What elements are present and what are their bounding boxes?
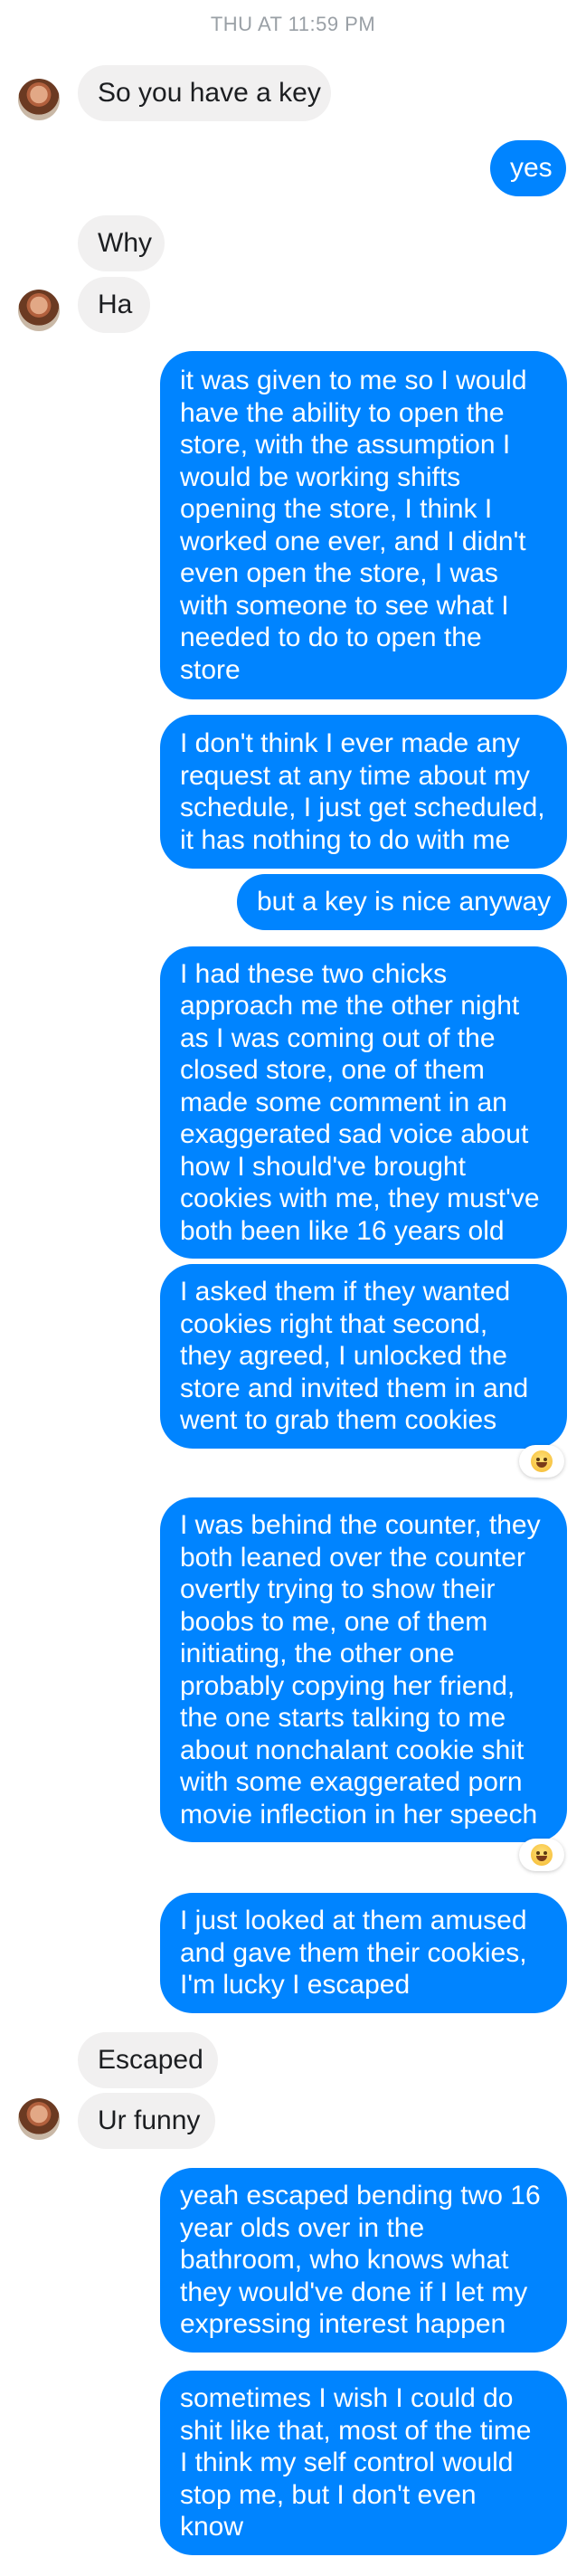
avatar-contact[interactable] [18,2098,60,2140]
message-line: it has nothing to do with me [180,824,511,855]
message-line: have the ability to open the [180,397,505,428]
message-line: opening the store, I think I [180,494,493,524]
message-line: even open the store, I was [180,558,498,588]
message-bubble-incoming[interactable]: Escaped [78,2032,218,2088]
message-line: Escaped [98,2045,203,2076]
message-line: approach me the other night [180,991,520,1022]
message-line: and gave them their cookies, [180,1937,527,1968]
laughing-emoji-icon [531,1450,553,1472]
message-line: expressing interest happen [180,2309,506,2340]
message-line: I don't think I ever made any [180,728,520,758]
message-line: initiating, the other one [180,1639,455,1668]
message-line: cookies right that second, [180,1308,488,1339]
timestamp: THU AT 11:59 PM [210,13,376,35]
message-line: bathroom, who knows what [180,2245,509,2276]
message-line: shit like that, most of the time [180,2415,532,2446]
message-bubble-outgoing[interactable]: sometimes I wish I could do shit like tha… [160,2371,567,2555]
message-line: as I was coming out of the [180,1022,496,1053]
message-line: made some comment in an [180,1087,507,1117]
message-line: movie inflection in her speech [180,1799,538,1830]
message-line: needed to do to open the [180,623,482,652]
message-line: I asked them if they wanted [180,1277,511,1307]
message-line: it was given to me so I would [180,366,527,395]
message-line: I'm lucky I escaped [180,1970,411,2001]
message-line: closed store, one of them [180,1055,485,1086]
avatar-contact[interactable] [18,79,60,120]
message-bubble-outgoing[interactable]: but a key is nice anyway [237,874,567,930]
message-line: know [180,2512,244,2543]
reaction-badge[interactable] [519,1445,564,1478]
message-line: but a key is nice anyway [257,887,552,917]
message-line: I was behind the counter, they [180,1510,541,1540]
message-bubble-outgoing[interactable]: it was given to me so I would have the ab… [160,351,567,699]
message-bubble-incoming[interactable]: Ha [78,277,150,333]
message-line: So you have a key [98,78,321,109]
message-line: with someone to see what I [180,590,509,621]
message-line: yeah escaped bending two 16 [180,2181,541,2211]
message-bubble-outgoing[interactable]: I just looked at them amused and gave the… [160,1893,567,2013]
message-bubble-outgoing[interactable]: yes [490,140,566,196]
message-line: both leaned over the counter [180,1542,525,1573]
message-line: worked one ever, and I didn't [180,526,526,556]
message-line: Why [98,228,152,259]
message-line: would be working shifts [180,461,461,492]
message-line: about nonchalant cookie shit [180,1735,525,1765]
reaction-badge[interactable] [519,1839,564,1871]
message-line: overtly trying to show their [180,1574,496,1604]
message-line: they would've done if I let my [180,2277,528,2307]
message-line: with some exaggerated porn [180,1767,523,1797]
message-line: stop me, but I don't even [180,2479,477,2510]
message-line: they agreed, I unlocked the [180,1341,507,1372]
message-line: request at any time about my [180,760,530,791]
message-line: store, with the assumption I [180,430,511,460]
message-bubble-outgoing[interactable]: I was behind the counter, they both leane… [160,1497,567,1842]
laughing-emoji-icon [531,1844,553,1866]
message-line: both been like 16 years old [180,1215,505,1246]
message-line: Ha [98,290,133,320]
message-line: I just looked at them amused [180,1906,527,1936]
message-bubble-outgoing[interactable]: I asked them if they wanted cookies right… [160,1264,567,1449]
message-bubble-outgoing[interactable]: yeah escaped bending two 16 year olds ove… [160,2168,567,2353]
message-line: Ur funny [98,2105,201,2136]
message-line: schedule, I just get scheduled, [180,793,545,822]
message-bubble-incoming[interactable]: Ur funny [78,2093,215,2149]
message-line: probably copying her friend, [180,1670,515,1701]
message-line: how I should've brought [180,1151,466,1182]
message-bubble-outgoing[interactable]: I had these two chicks approach me the ot… [160,946,567,1259]
message-line: store and invited them in and [180,1373,529,1403]
message-line: went to grab them cookies [180,1405,497,1436]
message-line: I think my self control would [180,2448,514,2478]
message-line: sometimes I wish I could do [180,2383,514,2414]
message-line: exaggerated sad voice about [180,1119,529,1150]
message-bubble-outgoing[interactable]: I don't think I ever made any request at … [160,715,567,869]
message-bubble-incoming[interactable]: Why [78,215,165,271]
message-line: year olds over in the [180,2212,425,2243]
message-line: I had these two chicks [180,958,448,989]
message-line: boobs to me, one of them [180,1606,488,1637]
message-line: the one starts talking to me [180,1703,506,1733]
message-line: store [180,654,241,685]
message-line: cookies with me, they must've [180,1183,540,1214]
message-line: yes [510,153,553,184]
message-bubble-incoming[interactable]: So you have a key [78,65,331,121]
avatar-contact[interactable] [18,290,60,331]
